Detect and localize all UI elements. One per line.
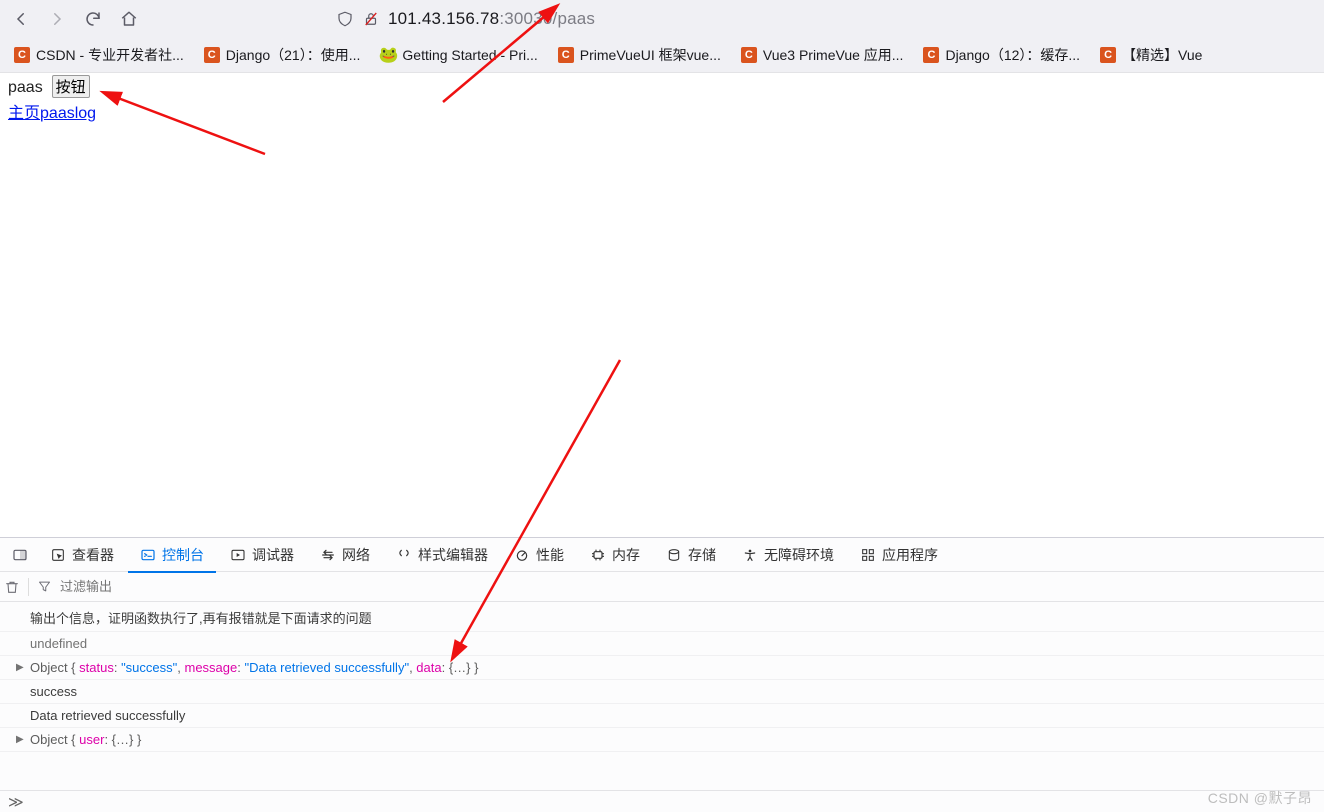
favicon: C xyxy=(741,47,757,63)
devtools-panel: 查看器 控制台 调试器 网络 样式编辑器 性能 内存 存储 xyxy=(0,537,1324,812)
expand-icon[interactable]: ▶ xyxy=(16,662,24,673)
bookmark-label: CSDN - 专业开发者社... xyxy=(36,45,184,65)
reload-button[interactable] xyxy=(76,4,110,34)
tab-memory[interactable]: 内存 xyxy=(578,538,652,572)
favicon: 🐸 xyxy=(380,47,396,63)
bookmark-label: PrimeVueUI 框架vue... xyxy=(580,45,721,65)
url-path: :30030/paas xyxy=(499,9,595,28)
tab-performance[interactable]: 性能 xyxy=(502,538,576,572)
clear-console-button[interactable] xyxy=(4,579,20,595)
favicon: C xyxy=(923,47,939,63)
tab-console[interactable]: 控制台 xyxy=(128,538,216,572)
shield-icon xyxy=(336,10,354,28)
favicon: C xyxy=(1100,47,1116,63)
filter-icon xyxy=(37,579,52,594)
tab-network[interactable]: 网络 xyxy=(308,538,382,572)
button-main[interactable]: 按钮 xyxy=(52,75,90,98)
bookmark-item[interactable]: C PrimeVueUI 框架vue... xyxy=(550,41,729,69)
bookmark-label: Vue3 PrimeVue 应用... xyxy=(763,45,904,65)
bookmarks-bar: C CSDN - 专业开发者社... C Django（21）：使用... 🐸 Getti… xyxy=(0,38,1324,72)
bookmark-item[interactable]: C 【精选】Vue xyxy=(1092,41,1210,69)
log-row[interactable]: success xyxy=(0,680,1324,704)
favicon: C xyxy=(558,47,574,63)
url-host: 101.43.156.78 xyxy=(388,9,499,28)
bookmark-item[interactable]: C CSDN - 专业开发者社... xyxy=(6,41,192,69)
favicon: C xyxy=(14,47,30,63)
bookmark-label: 【精选】Vue xyxy=(1122,45,1202,65)
console-toolbar xyxy=(0,572,1324,602)
bookmark-item[interactable]: C Vue3 PrimeVue 应用... xyxy=(733,41,912,69)
expand-icon[interactable]: ▶ xyxy=(16,734,24,745)
log-row[interactable]: undefined xyxy=(0,632,1324,656)
console-log[interactable]: 输出个信息，证明函数执行了,再有报错就是下面请求的问题 undefined ▶ … xyxy=(0,602,1324,790)
bookmark-item[interactable]: C Django（12）：缓存... xyxy=(915,41,1088,69)
url-text: 101.43.156.78:30030/paas xyxy=(388,9,595,29)
favicon: C xyxy=(204,47,220,63)
home-button[interactable] xyxy=(112,4,146,34)
link-home[interactable]: 主页paaslog xyxy=(8,105,96,122)
tab-style-editor[interactable]: 样式编辑器 xyxy=(384,538,500,572)
log-row-object[interactable]: ▶ Object { status: "success", message: "… xyxy=(0,656,1324,680)
nav-row: 101.43.156.78:30030/paas xyxy=(0,0,1324,38)
console-filter-input[interactable] xyxy=(60,579,260,594)
page-body: paas 按钮 主页paaslog xyxy=(0,73,1324,129)
bookmark-label: Django（12）：缓存... xyxy=(945,45,1080,65)
tab-debugger[interactable]: 调试器 xyxy=(218,538,306,572)
forward-button[interactable] xyxy=(40,4,74,34)
bookmark-label: Getting Started - Pri... xyxy=(402,47,537,63)
bookmark-item[interactable]: 🐸 Getting Started - Pri... xyxy=(372,43,545,67)
watermark: CSDN @默子昂 xyxy=(1208,788,1312,808)
back-button[interactable] xyxy=(4,4,38,34)
tab-application[interactable]: 应用程序 xyxy=(848,538,950,572)
browser-toolbar: 101.43.156.78:30030/paas C CSDN - 专业开发者社.… xyxy=(0,0,1324,73)
log-row-object[interactable]: ▶ Object { user: {…} } xyxy=(0,728,1324,752)
divider xyxy=(28,578,29,596)
url-bar[interactable]: 101.43.156.78:30030/paas xyxy=(328,3,603,35)
log-row[interactable]: Data retrieved successfully xyxy=(0,704,1324,728)
bookmark-item[interactable]: C Django（21）：使用... xyxy=(196,41,369,69)
devtools-dock-button[interactable] xyxy=(4,538,36,572)
devtools-tabs: 查看器 控制台 调试器 网络 样式编辑器 性能 内存 存储 xyxy=(0,538,1324,572)
bookmark-label: Django（21）：使用... xyxy=(226,45,361,65)
tab-storage[interactable]: 存储 xyxy=(654,538,728,572)
tab-inspector[interactable]: 查看器 xyxy=(38,538,126,572)
lock-off-icon xyxy=(362,10,380,28)
console-prompt[interactable]: ≫ xyxy=(0,790,1324,812)
log-row[interactable]: 输出个信息，证明函数执行了,再有报错就是下面请求的问题 xyxy=(0,604,1324,632)
text-paas: paas xyxy=(8,79,43,96)
tab-accessibility[interactable]: 无障碍环境 xyxy=(730,538,846,572)
